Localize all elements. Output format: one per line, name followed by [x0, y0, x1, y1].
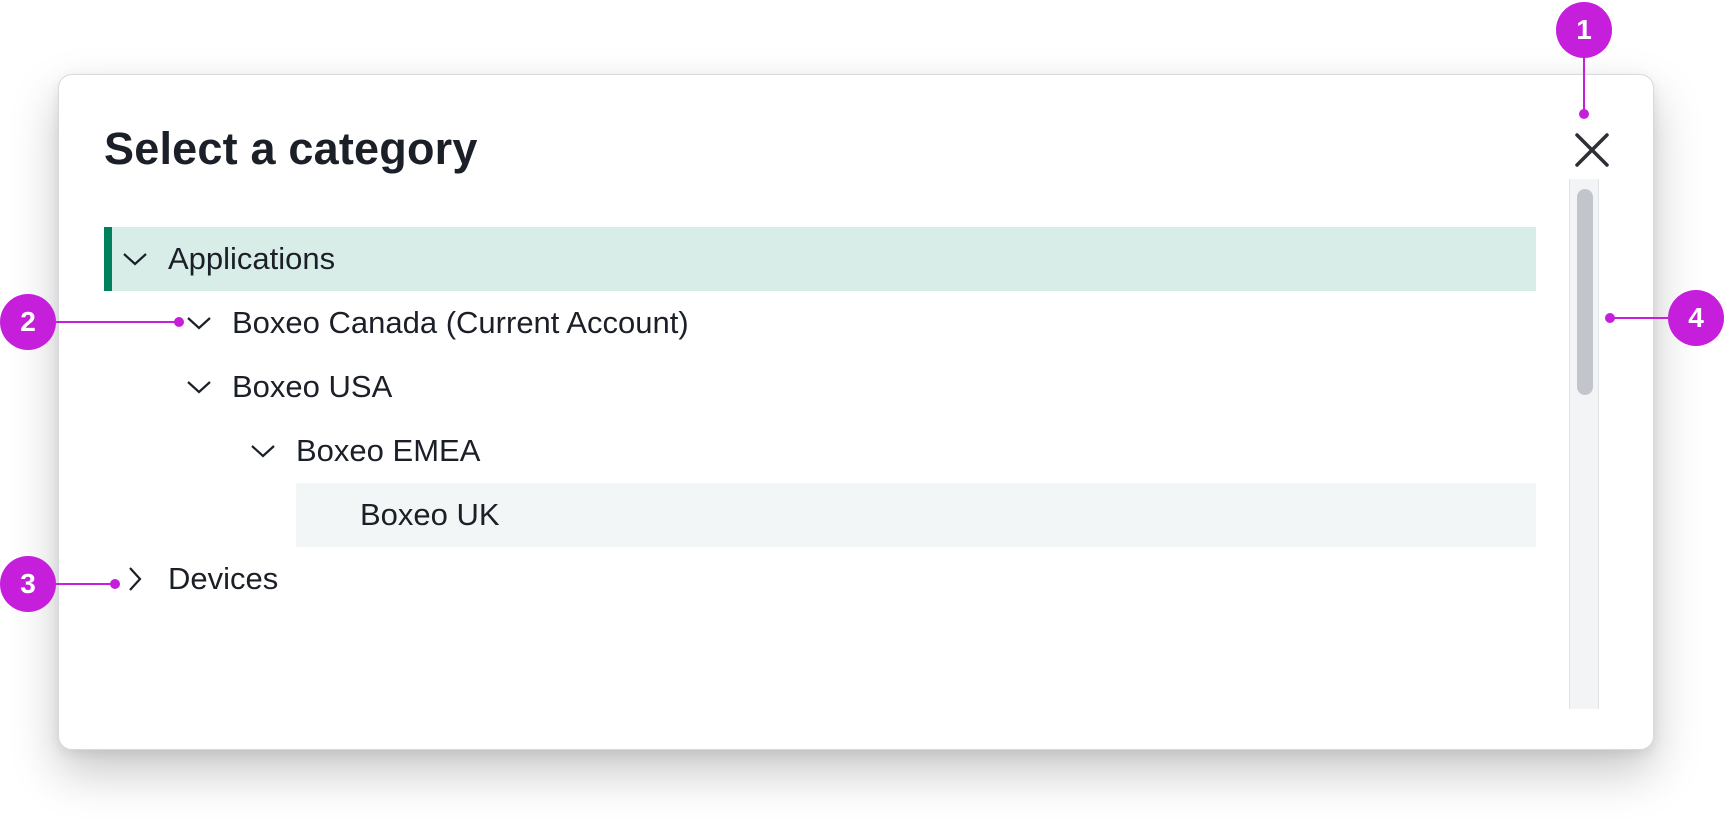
chevron-right-icon[interactable] [120, 564, 150, 594]
callout-badge-4: 4 [1668, 290, 1724, 346]
callout-badge-1: 1 [1556, 2, 1612, 58]
tree-item-boxeo-usa[interactable]: Boxeo USA [104, 355, 1536, 419]
callout-line-2 [56, 321, 178, 323]
close-button[interactable] [1567, 125, 1617, 175]
tree-item-label: Boxeo USA [232, 369, 393, 404]
callout-line-3 [56, 583, 114, 585]
chevron-down-icon[interactable] [120, 244, 150, 274]
tree-item-label: Boxeo UK [360, 497, 500, 532]
tree-item-label: Applications [168, 241, 336, 276]
category-tree: Applications Boxeo Canada (Current Accou… [104, 227, 1536, 611]
callout-dot-4 [1605, 313, 1615, 323]
callout-dot-3 [110, 579, 120, 589]
callout-badge-2: 2 [0, 294, 56, 350]
tree-item-label: Devices [168, 561, 279, 596]
tree-item-boxeo-emea[interactable]: Boxeo EMEA [104, 419, 1536, 483]
callout-dot-2 [174, 317, 184, 327]
category-dialog: Select a category Applications Boxeo Can… [58, 74, 1654, 750]
tree-item-label: Boxeo EMEA [296, 433, 481, 468]
tree-item-boxeo-uk[interactable]: Boxeo UK [104, 483, 1536, 547]
callout-line-4 [1612, 317, 1668, 319]
tree-item-applications[interactable]: Applications [104, 227, 1536, 291]
tree-item-devices[interactable]: Devices [104, 547, 1536, 611]
tree-item-boxeo-canada[interactable]: Boxeo Canada (Current Account) [104, 291, 1536, 355]
callout-dot-1 [1579, 109, 1589, 119]
callout-line-1 [1583, 58, 1585, 114]
vertical-scrollbar[interactable] [1569, 179, 1599, 709]
chevron-down-icon[interactable] [184, 372, 214, 402]
scrollbar-thumb[interactable] [1577, 189, 1593, 395]
dialog-title: Select a category [104, 123, 478, 174]
chevron-down-icon[interactable] [248, 436, 278, 466]
close-icon [1575, 133, 1609, 167]
chevron-down-icon[interactable] [184, 308, 214, 338]
callout-badge-3: 3 [0, 556, 56, 612]
tree-item-label: Boxeo Canada (Current Account) [232, 305, 689, 340]
